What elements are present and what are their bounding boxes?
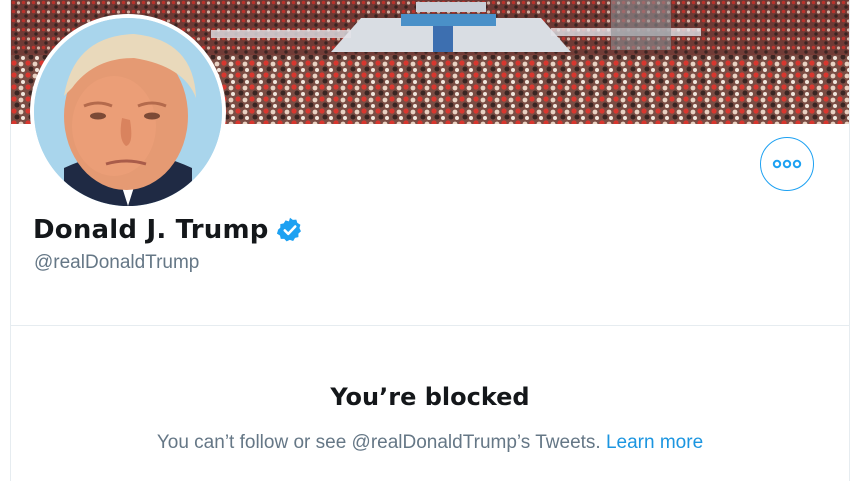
display-name-text: Donald J. Trump <box>33 215 269 245</box>
learn-more-link[interactable]: Learn more <box>606 432 703 453</box>
blocked-title: You’re blocked <box>330 383 530 411</box>
section-divider <box>11 325 849 326</box>
profile-handle: @realDonaldTrump <box>34 252 200 273</box>
blocked-message-text: You can’t follow or see @realDonaldTrump… <box>156 432 601 453</box>
blocked-message: You can’t follow or see @realDonaldTrump… <box>11 432 849 454</box>
display-name: Donald J. Trump <box>33 215 304 245</box>
verified-badge-icon <box>276 216 304 244</box>
profile-page: Donald J. Trump @realDonaldTrump You’re … <box>10 0 850 481</box>
ellipsis-icon <box>772 159 802 169</box>
more-options-button[interactable] <box>760 137 814 191</box>
profile-avatar[interactable] <box>30 14 226 210</box>
